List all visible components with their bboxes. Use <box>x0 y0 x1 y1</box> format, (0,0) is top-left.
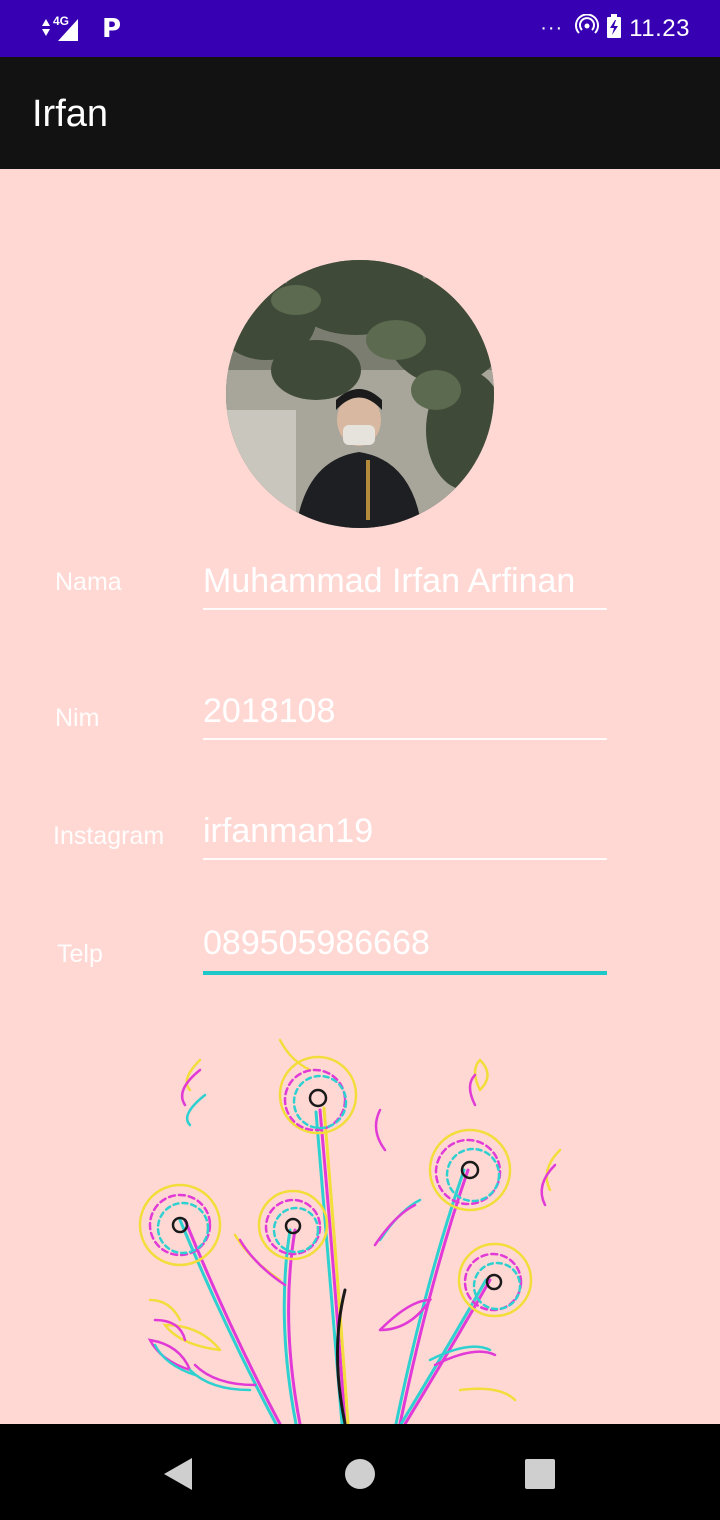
battery-icon <box>607 14 622 43</box>
status-bar: 4G P ··· 11.23 <box>0 0 720 57</box>
instagram-input[interactable] <box>203 810 607 860</box>
recents-icon[interactable] <box>520 1454 560 1494</box>
label-nim: Nim <box>55 704 100 732</box>
overflow-indicator: ··· <box>540 17 564 39</box>
label-nama: Nama <box>55 568 122 596</box>
network-type-label: 4G <box>53 14 70 28</box>
clock: 11.23 <box>629 14 690 42</box>
parking-icon: P <box>102 14 122 44</box>
hotspot-icon <box>575 13 600 43</box>
label-telp: Telp <box>57 940 103 968</box>
label-instagram: Instagram <box>53 822 165 850</box>
nama-input[interactable] <box>203 560 607 610</box>
home-icon[interactable] <box>340 1454 380 1494</box>
signal-icon: 4G <box>38 14 80 43</box>
app-title: Irfan <box>32 93 109 135</box>
navigation-bar <box>0 1424 720 1520</box>
profile-photo <box>226 260 494 528</box>
nim-input[interactable] <box>203 690 607 740</box>
back-icon[interactable] <box>160 1454 200 1494</box>
flower-illustration <box>130 1030 580 1426</box>
app-bar: Irfan <box>0 57 720 169</box>
telp-input[interactable] <box>203 922 607 975</box>
